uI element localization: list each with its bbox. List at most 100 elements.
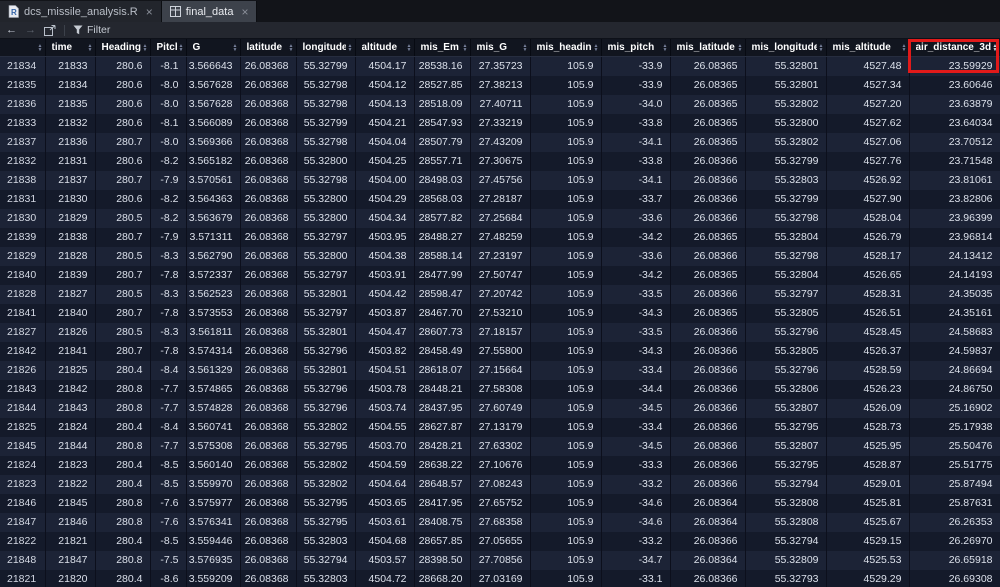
table-row[interactable]: 21844 21843 280.8 -7.7 3.574828 26.08368 55.32…: [0, 398, 1000, 418]
table-row[interactable]: 21846 21845 280.8 -7.6 3.575977 26.08368 55.32…: [0, 493, 1000, 513]
tab-final-data[interactable]: final_data ×: [161, 1, 258, 22]
back-button[interactable]: ←: [6, 24, 17, 36]
column-header-rownames[interactable]: ▲ ▼: [0, 39, 46, 57]
sort-arrows-icon[interactable]: ▲ ▼: [521, 43, 528, 52]
data-cell: 55.32799: [745, 189, 827, 209]
column-header-mis_altitude[interactable]: mis_altitude ▲ ▼: [826, 39, 910, 57]
sort-arrows-icon[interactable]: ▲ ▼: [592, 43, 599, 52]
table-row[interactable]: 21821 21820 280.4 -8.6 3.559209 26.08368 55.32…: [0, 569, 1000, 587]
data-cell: 55.32795: [745, 417, 827, 437]
data-cell: 55.32798: [296, 132, 356, 152]
column-header-g[interactable]: G ▲ ▼: [186, 39, 241, 57]
data-cell: 26.08368: [240, 455, 297, 475]
table-row[interactable]: 21822 21821 280.4 -8.5 3.559446 26.08368 55.32…: [0, 531, 1000, 551]
data-cell: 24.35161: [909, 303, 1000, 323]
sort-arrows-icon[interactable]: ▲ ▼: [287, 43, 294, 52]
sort-arrows-icon[interactable]: ▲ ▼: [231, 43, 238, 52]
table-row[interactable]: 21837 21836 280.7 -8.0 3.569366 26.08368 55.32…: [0, 132, 1000, 152]
sort-arrows-icon[interactable]: ▲ ▼: [817, 43, 824, 52]
column-header-mis_longitude[interactable]: mis_longitude ▲ ▼: [745, 39, 827, 57]
data-cell: 55.32807: [745, 436, 827, 456]
data-cell: -33.2: [601, 531, 671, 551]
sort-arrows-icon[interactable]: ▲ ▼: [36, 43, 43, 52]
column-header-mis_pitch[interactable]: mis_pitch ▲ ▼: [601, 39, 671, 57]
table-row[interactable]: 21829 21828 280.5 -8.3 3.562790 26.08368 55.32…: [0, 246, 1000, 266]
data-cell: 55.32801: [296, 284, 356, 304]
data-cell: 280.7: [95, 265, 151, 285]
sort-arrows-icon[interactable]: ▲ ▼: [991, 43, 998, 52]
table-row[interactable]: 21834 21833 280.6 -8.1 3.566643 26.08368 55.32…: [0, 56, 1000, 76]
table-row[interactable]: 21839 21838 280.7 -7.9 3.571311 26.08368 55.32…: [0, 227, 1000, 247]
table-row[interactable]: 21845 21844 280.8 -7.7 3.575308 26.08368 55.32…: [0, 436, 1000, 456]
column-header-mis_latitude[interactable]: mis_latitude ▲ ▼: [670, 39, 746, 57]
row-name-cell: 21842: [0, 341, 46, 361]
data-cell: 28428.21: [414, 436, 471, 456]
table-row[interactable]: 21835 21834 280.6 -8.0 3.567628 26.08368 55.32…: [0, 75, 1000, 95]
table-row[interactable]: 21823 21822 280.4 -8.5 3.559970 26.08368 55.32…: [0, 474, 1000, 494]
table-row[interactable]: 21827 21826 280.5 -8.3 3.561811 26.08368 55.32…: [0, 322, 1000, 342]
table-row[interactable]: 21833 21832 280.6 -8.1 3.566089 26.08368 55.32…: [0, 113, 1000, 133]
table-row[interactable]: 21825 21824 280.4 -8.4 3.560741 26.08368 55.32…: [0, 417, 1000, 437]
table-row[interactable]: 21826 21825 280.4 -8.4 3.561329 26.08368 55.32…: [0, 360, 1000, 380]
sort-arrows-icon[interactable]: ▲ ▼: [405, 43, 412, 52]
data-cell: 28638.22: [414, 455, 471, 475]
column-header-label: mis_altitude: [832, 42, 891, 53]
column-header-mis_em[interactable]: mis_Em ▲ ▼: [414, 39, 471, 57]
close-tab-icon[interactable]: ×: [241, 6, 248, 18]
data-cell: -34.5: [601, 398, 671, 418]
open-in-new-window-icon[interactable]: [44, 24, 56, 36]
data-cell: 28668.20: [414, 569, 471, 587]
table-row[interactable]: 21838 21837 280.7 -7.9 3.570561 26.08368 55.32…: [0, 170, 1000, 190]
column-header-time[interactable]: time ▲ ▼: [45, 39, 96, 57]
sort-arrows-icon[interactable]: ▲ ▼: [900, 43, 907, 52]
column-header-mis_g[interactable]: mis_G ▲ ▼: [470, 39, 531, 57]
table-row[interactable]: 21832 21831 280.6 -8.2 3.565182 26.08368 55.32…: [0, 151, 1000, 171]
filter-button[interactable]: Filter: [73, 24, 110, 36]
table-row[interactable]: 21848 21847 280.8 -7.5 3.576935 26.08368 55.32…: [0, 550, 1000, 570]
sort-arrows-icon[interactable]: ▲ ▼: [86, 43, 93, 52]
forward-button[interactable]: →: [25, 24, 36, 36]
table-row[interactable]: 21841 21840 280.7 -7.8 3.573553 26.08368 55.32…: [0, 303, 1000, 323]
table-row[interactable]: 21824 21823 280.4 -8.5 3.560140 26.08368 55.32…: [0, 455, 1000, 475]
data-cell: 4503.61: [355, 512, 415, 532]
data-cell: 55.32801: [296, 322, 356, 342]
close-tab-icon[interactable]: ×: [146, 6, 153, 18]
data-cell: -7.9: [150, 227, 187, 247]
sort-arrows-icon[interactable]: ▲ ▼: [736, 43, 743, 52]
table-row[interactable]: 21830 21829 280.5 -8.2 3.563679 26.08368 55.32…: [0, 208, 1000, 228]
table-row[interactable]: 21842 21841 280.7 -7.8 3.574314 26.08368 55.32…: [0, 341, 1000, 361]
column-header-mis_heading[interactable]: mis_heading ▲ ▼: [530, 39, 602, 57]
data-cell: 4528.17: [826, 246, 910, 266]
sort-arrows-icon[interactable]: ▲ ▼: [346, 43, 353, 52]
data-cell: 4527.20: [826, 94, 910, 114]
data-cell: 4504.59: [355, 455, 415, 475]
data-cell: 26.08366: [670, 417, 746, 437]
data-cell: -8.5: [150, 531, 187, 551]
data-cell: 23.96814: [909, 227, 1000, 247]
table-row[interactable]: 21836 21835 280.6 -8.0 3.567628 26.08368 55.32…: [0, 94, 1000, 114]
column-header-pitch[interactable]: Pitch▲▼: [150, 39, 187, 57]
data-cell: 26.65918: [909, 550, 1000, 570]
sort-arrows-icon[interactable]: ▲ ▼: [177, 43, 184, 52]
table-row[interactable]: 21840 21839 280.7 -7.8 3.572337 26.08368 55.32…: [0, 265, 1000, 285]
sort-arrows-icon[interactable]: ▲ ▼: [141, 43, 148, 52]
data-cell: 105.9: [530, 436, 602, 456]
column-header-latitude[interactable]: latitude ▲ ▼: [240, 39, 297, 57]
column-header-air_distance_3d[interactable]: air_distance_3d ▲ ▼: [909, 39, 1000, 57]
table-row[interactable]: 21831 21830 280.6 -8.2 3.564363 26.08368 55.32…: [0, 189, 1000, 209]
data-cell: 26.08366: [670, 569, 746, 587]
column-header-heading[interactable]: Heading ▲ ▼: [95, 39, 151, 57]
tab-dcs-missile-analysis[interactable]: R dcs_missile_analysis.R ×: [0, 1, 162, 22]
data-cell: 105.9: [530, 284, 602, 304]
table-row[interactable]: 21843 21842 280.8 -7.7 3.574865 26.08368 55.32…: [0, 379, 1000, 399]
sort-arrows-icon[interactable]: ▲ ▼: [461, 43, 468, 52]
data-cell: 4504.38: [355, 246, 415, 266]
table-row[interactable]: 21828 21827 280.5 -8.3 3.562523 26.08368 55.32…: [0, 284, 1000, 304]
data-cell: 26.08364: [670, 512, 746, 532]
table-row[interactable]: 21847 21846 280.8 -7.6 3.576341 26.08368 55.32…: [0, 512, 1000, 532]
sort-arrows-icon[interactable]: ▲ ▼: [661, 43, 668, 52]
column-header-longitude[interactable]: longitude ▲ ▼: [296, 39, 356, 57]
data-cell: 26.08366: [670, 341, 746, 361]
column-header-altitude[interactable]: altitude ▲ ▼: [355, 39, 415, 57]
data-cell: 55.32799: [745, 151, 827, 171]
